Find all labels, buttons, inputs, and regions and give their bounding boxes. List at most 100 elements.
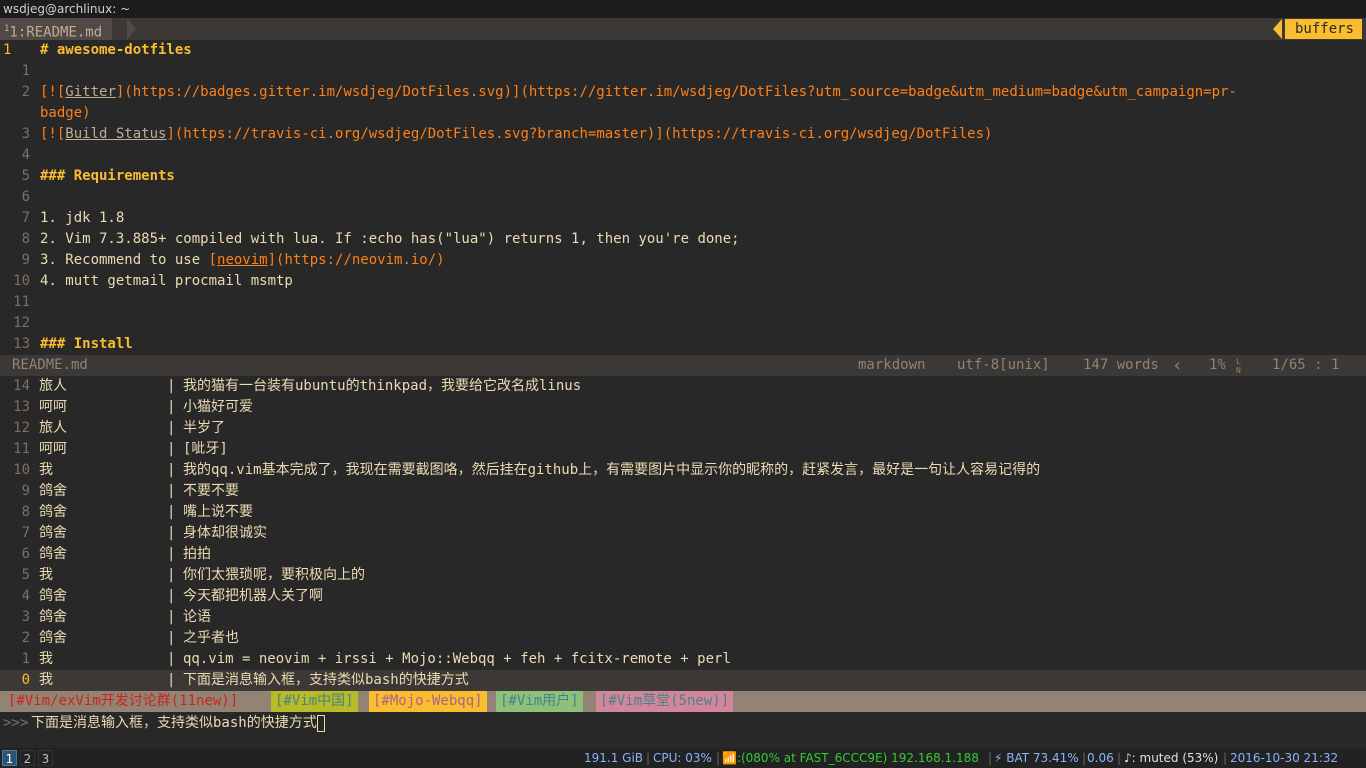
message-input[interactable]: >>> 下面是消息输入框，支持类似bash的快捷方式 [0, 712, 1366, 734]
editor-line[interactable]: 3 [![Build Status](https://travis-ci.org/… [0, 124, 1366, 145]
editor-line[interactable]: 7 1. jdk 1.8 [0, 208, 1366, 229]
editor-line[interactable]: 13 ### Install [0, 334, 1366, 355]
chat-message-row[interactable]: 1 我 | qq.vim = neovim + irssi + Mojo::Webqq… [0, 649, 1366, 670]
chat-separator: | [167, 609, 176, 625]
editor-line-wrap[interactable]: badge) [0, 103, 1366, 124]
chat-line-number: 13 [13, 399, 30, 415]
editor-line[interactable]: 1 # awesome-dotfiles [0, 40, 1366, 61]
editor-line[interactable]: 6 [0, 187, 1366, 208]
line-number-icon: L N [1236, 357, 1241, 375]
chat-message: 拍拍 [183, 546, 211, 562]
chat-line-number: 1 [21, 651, 30, 667]
chat-message-row[interactable]: 9 鸽舍 | 不要不要 [0, 481, 1366, 502]
md-link-url: ](https://travis-ci.org/wsdjeg/DotFiles.… [166, 126, 993, 142]
chat-line-number: 4 [21, 588, 30, 604]
chat-message-row[interactable]: 4 鸽舍 | 今天都把机器人关了啊 [0, 586, 1366, 607]
input-prompt: >>> [3, 715, 29, 731]
channel-tab[interactable]: [#Vim草堂(5new)] [596, 691, 734, 712]
status-words: 147 words [1083, 357, 1159, 373]
editor-line[interactable]: 5 ### Requirements [0, 166, 1366, 187]
editor-line[interactable]: 12 [0, 313, 1366, 334]
chat-message: 之乎者也 [183, 630, 239, 646]
chevron-left-icon: ‹ [1172, 355, 1183, 376]
heading-text: ### Requirements [40, 168, 175, 184]
chat-message: 小猫好可爱 [183, 399, 253, 415]
chat-message-row[interactable]: 0 我 | 下面是消息输入框，支持类似bash的快捷方式 [0, 670, 1366, 691]
datetime-status: 2016-10-30 21:32 [1230, 751, 1339, 765]
chat-separator: | [167, 462, 176, 478]
chat-line-number: 0 [21, 672, 30, 688]
tab-readme[interactable]: 11:README.md [0, 18, 113, 41]
chat-sender: 鸽舍 [39, 588, 67, 604]
chat-message-row[interactable]: 10 我 | 我的qq.vim基本完成了，我现在需要截图咯，然后挂在github上，有… [0, 460, 1366, 481]
chat-line-number: 2 [21, 630, 30, 646]
separator: | [1082, 751, 1087, 765]
chat-message: 你们太猥琐呢，要积极向上的 [183, 567, 365, 583]
chat-separator: | [167, 378, 176, 394]
chat-line-number: 14 [13, 378, 30, 394]
chat-message-row[interactable]: 7 鸽舍 | 身体却很诚实 [0, 523, 1366, 544]
chat-separator: | [167, 672, 176, 688]
separator: | [1117, 751, 1122, 765]
line-number: 5 [21, 168, 30, 184]
channel-tab[interactable]: [#Mojo-Webqq] [369, 691, 487, 712]
list-item-text: 1. jdk 1.8 [40, 210, 125, 226]
editor-line[interactable]: 2 [![Gitter](https://badges.gitter.im/wsd… [0, 82, 1366, 103]
workspace-3[interactable]: 3 [38, 750, 53, 766]
status-encoding: utf-8[unix] [957, 357, 1050, 373]
chat-message: 我的猫有一台装有ubuntu的thinkpad，我要给它改名成linus [183, 378, 582, 394]
md-link-url: ](https://badges.gitter.im/wsdjeg/DotFil… [115, 84, 1237, 100]
chat-line-number: 9 [21, 483, 30, 499]
editor-line[interactable]: 8 2. Vim 7.3.885+ compiled with lua. If :… [0, 229, 1366, 250]
chat-separator: | [167, 546, 176, 562]
chat-separator: | [167, 399, 176, 415]
chat-message: 我的qq.vim基本完成了，我现在需要截图咯，然后挂在github上，有需要图片… [183, 462, 1041, 478]
chat-message-row[interactable]: 5 我 | 你们太猥琐呢，要积极向上的 [0, 565, 1366, 586]
input-text: 下面是消息输入框，支持类似bash的快捷方式 [31, 715, 317, 731]
text-cursor [316, 714, 325, 732]
line-number: 8 [21, 231, 30, 247]
status-filename: README.md [12, 357, 88, 373]
chat-message: 身体却很诚实 [183, 525, 267, 541]
chat-message-row[interactable]: 11 呵呵 | [呲牙] [0, 439, 1366, 460]
chat-separator: | [167, 567, 176, 583]
md-bracket: [![ [40, 126, 66, 142]
chat-message: 嘴上说不要 [183, 504, 253, 520]
chat-separator: | [167, 525, 176, 541]
channel-tab[interactable]: [#Vim用户] [496, 691, 583, 712]
chat-message-row[interactable]: 13 呵呵 | 小猫好可爱 [0, 397, 1366, 418]
tabline: 11:README.md buffers [0, 18, 1366, 41]
line-number: 9 [21, 252, 30, 268]
line-number: 11 [13, 294, 30, 310]
editor-line[interactable]: 1 [0, 61, 1366, 82]
editor-line[interactable]: 10 4. mutt getmail procmail msmtp [0, 271, 1366, 292]
channel-tab[interactable]: [#Vim/exVim开发讨论群(11new)] [4, 691, 243, 712]
editor-line[interactable]: 9 3. Recommend to use [neovim](https://ne… [0, 250, 1366, 271]
chat-sender: 鸽舍 [39, 546, 67, 562]
md-link-url: ](https://neovim.io/) [267, 252, 445, 268]
buffers-label[interactable]: buffers [1284, 19, 1362, 39]
editor-line[interactable]: 11 [0, 292, 1366, 313]
md-link-text: neovim [217, 252, 268, 268]
cpu-status: CPU: 03% [653, 751, 712, 765]
chat-message-row[interactable]: 2 鸽舍 | 之乎者也 [0, 628, 1366, 649]
chat-message-row[interactable]: 6 鸽舍 | 拍拍 [0, 544, 1366, 565]
channel-tab[interactable]: [#Vim中国] [271, 691, 358, 712]
chat-sender: 我 [39, 672, 53, 688]
chat-sender: 鸽舍 [39, 504, 67, 520]
chat-message: 半岁了 [183, 420, 225, 436]
tab-arrow-icon [127, 18, 136, 40]
editor-line[interactable]: 4 [0, 145, 1366, 166]
chat-message-row[interactable]: 12 旅人 | 半岁了 [0, 418, 1366, 439]
workspace-2[interactable]: 2 [20, 750, 35, 766]
chat-line-number: 10 [13, 462, 30, 478]
chat-message-row[interactable]: 3 鸽舍 | 论语 [0, 607, 1366, 628]
separator: | [716, 751, 721, 765]
chat-message-row[interactable]: 14 旅人 | 我的猫有一台装有ubuntu的thinkpad，我要给它改名成linu… [0, 376, 1366, 397]
vim-statusline: README.md markdown utf-8[unix] 147 words… [0, 355, 1366, 376]
md-link-url: badge) [40, 105, 91, 121]
chat-separator: | [167, 630, 176, 646]
workspace-1[interactable]: 1 [2, 750, 17, 766]
chat-message-row[interactable]: 8 鸽舍 | 嘴上说不要 [0, 502, 1366, 523]
status-filetype: markdown [858, 357, 926, 373]
